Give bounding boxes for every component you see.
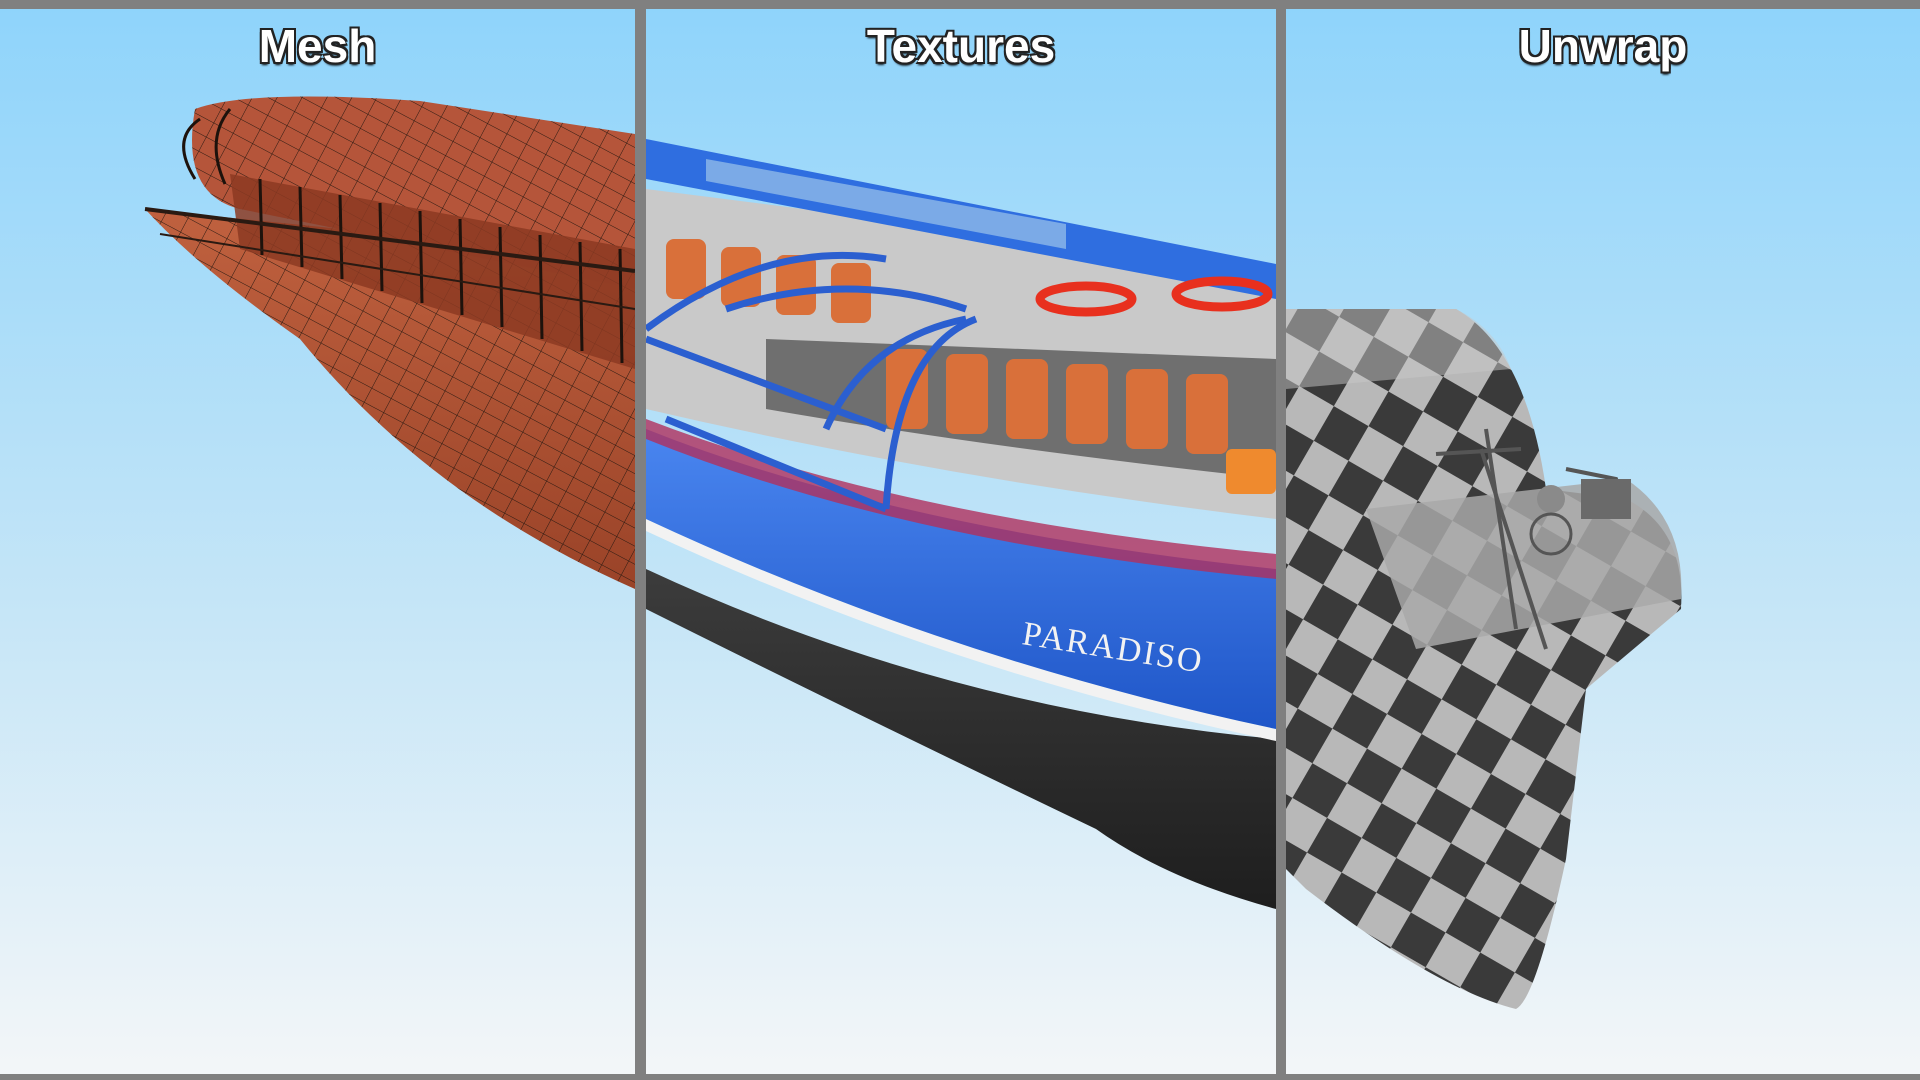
unwrap-boat-render bbox=[1286, 309, 1682, 1009]
panel-title: Unwrap bbox=[1518, 20, 1688, 72]
unwrap-panel: Unwrap bbox=[1286, 9, 1920, 1074]
mesh-panel: Mesh bbox=[0, 9, 635, 1074]
render-comparison: Mesh PARADISO Textures Unwrap bbox=[0, 0, 1920, 1080]
panel-title: Textures bbox=[866, 20, 1056, 72]
textured-boat-render: PARADISO bbox=[646, 139, 1276, 909]
mesh-boat-render bbox=[144, 96, 635, 589]
panel-title: Mesh bbox=[258, 20, 377, 72]
textures-panel: PARADISO Textures bbox=[646, 9, 1276, 1074]
